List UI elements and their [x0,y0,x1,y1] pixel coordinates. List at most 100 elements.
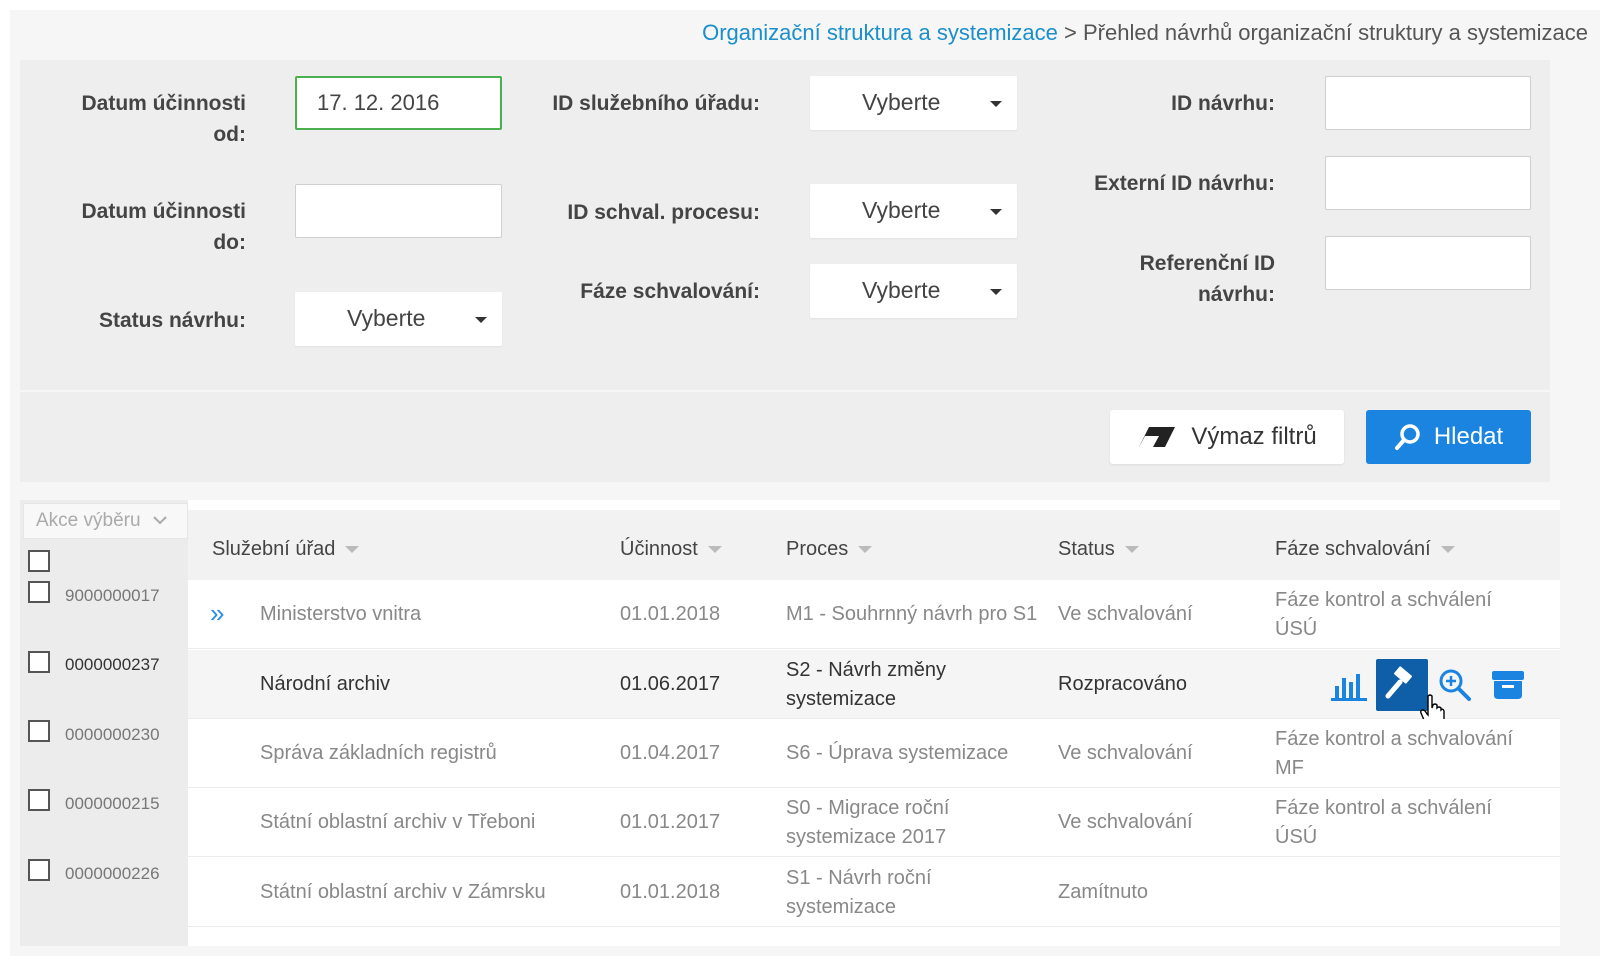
row-checkbox[interactable] [28,581,50,603]
filter-panel: Datum účinnosti od: Datum účinnosti do: … [20,60,1550,390]
selection-column: Akce výběru 9000000017 0000000237 000000… [20,500,188,946]
id-uradu-select[interactable]: Vyberte [810,76,1017,130]
column-header-label: Status [1058,538,1115,560]
cell-urad: Ministerstvo vnitra [260,603,422,625]
cell-urad: Správa základních registrů [260,742,497,764]
archive-icon [1492,671,1524,699]
results-table: Akce výběru 9000000017 0000000237 000000… [20,500,1560,946]
search-icon [1394,424,1420,450]
expand-icon[interactable]: » [210,600,224,626]
datum-do-label: Datum účinnosti do: [81,200,246,254]
row-checkbox[interactable] [28,720,50,742]
search-label: Hledat [1433,423,1504,450]
column-header-urad[interactable]: Služební úřad [212,538,360,561]
status-select[interactable]: Vyberte [295,292,502,346]
datum-do-input[interactable] [295,184,502,238]
table-row[interactable]: » Ministerstvo vnitra 01.01.2018 M1 - So… [188,580,1560,649]
cell-faze: Fáze kontrol a schválení ÚSÚ [1275,797,1492,848]
referencni-id-label: Referenční ID návrhu: [1139,252,1275,306]
cell-status: Rozpracováno [1058,673,1187,695]
column-header-ucinnost[interactable]: Účinnost [620,538,722,561]
row-checkbox[interactable] [28,651,50,673]
breadcrumb-current: Přehled návrhů organizační struktury a s… [1082,20,1588,45]
breadcrumb-link[interactable]: Organizační struktura a systemizace [702,20,1058,45]
cell-urad: Státní oblastní archiv v Třeboni [260,811,536,833]
id-uradu-label: ID služebního úřadu: [552,92,760,115]
row-id: 9000000017 [65,586,160,605]
search-button[interactable]: Hledat [1366,410,1531,464]
id-navrhu-input[interactable] [1325,76,1531,130]
id-procesu-label: ID schval. procesu: [567,201,760,224]
cell-ucinnost: 01.06.2017 [620,673,721,695]
column-header-status[interactable]: Status [1058,538,1139,561]
status-label: Status návrhu: [98,309,246,332]
cell-ucinnost: 01.04.2017 [620,742,721,764]
table-row[interactable]: Správa základních registrů 01.04.2017 S6… [188,719,1560,788]
id-procesu-select[interactable]: Vyberte [810,184,1017,238]
table-row[interactable]: Státní oblastní archiv v Zámrsku 01.01.2… [188,858,1560,927]
sort-icon [858,546,873,553]
cell-status: Ve schvalování [1058,603,1193,625]
cell-status: Ve schvalování [1058,811,1193,833]
column-header-label: Fáze schvalování [1275,538,1431,560]
eraser-icon [1139,427,1176,447]
cell-faze: Fáze kontrol a schvalování MF [1275,728,1513,779]
breadcrumb: Organizační struktura a systemizace > Př… [702,20,1588,46]
faze-label: Fáze schvalování: [580,280,760,303]
cell-status: Zamítnuto [1058,881,1149,903]
column-header-proces[interactable]: Proces [786,538,873,561]
chevron-down-icon [990,209,1002,215]
chevron-down-icon [475,317,487,323]
clear-filters-button[interactable]: Výmaz filtrů [1110,410,1344,464]
datum-od-input[interactable] [295,76,502,130]
row-id: 0000000230 [65,725,160,744]
cell-urad: Národní archiv [260,673,391,695]
chevron-down-icon [990,289,1002,295]
table-row[interactable]: Státní oblastní archiv v Třeboni 01.01.2… [188,788,1560,857]
sort-icon [707,546,722,553]
sort-icon [1124,546,1139,553]
faze-select-value: Vyberte [862,277,941,303]
table-header: Služební úřad Účinnost Proces Status Fáz… [188,510,1560,580]
externi-id-input[interactable] [1325,156,1531,210]
row-checkbox[interactable] [28,789,50,811]
column-header-faze[interactable]: Fáze schvalování [1275,538,1455,561]
status-select-value: Vyberte [347,305,426,331]
row-id: 0000000226 [65,864,160,883]
archive-button[interactable] [1482,659,1534,711]
row-id: 0000000215 [65,794,160,813]
column-header-label: Proces [786,538,849,560]
datum-od-label: Datum účinnosti od: [81,92,246,146]
statistics-button[interactable] [1323,659,1375,711]
cell-ucinnost: 01.01.2018 [620,881,721,903]
table-row[interactable]: Národní archiv 01.06.2017 S2 - Návrh změ… [188,650,1560,728]
id-procesu-select-value: Vyberte [862,197,941,223]
externi-id-label: Externí ID návrhu: [1094,172,1275,195]
cell-proces: S1 - Návrh roční systemizace [786,867,932,918]
cell-proces: S0 - Migrace roční systemizace 2017 [786,797,950,848]
cell-proces: S6 - Úprava systemizace [786,742,1009,764]
gavel-icon [1385,666,1412,699]
referencni-id-input[interactable] [1325,236,1531,290]
bulk-action-select[interactable]: Akce výběru [23,503,188,539]
cell-ucinnost: 01.01.2018 [620,603,721,625]
breadcrumb-separator: > [1057,20,1083,45]
bulk-action-label: Akce výběru [36,510,141,531]
action-bar: Výmaz filtrů Hledat [20,392,1550,482]
cell-faze: Fáze kontrol a schválení ÚSÚ [1275,589,1492,640]
cell-status: Ve schvalování [1058,742,1193,764]
chevron-down-icon [990,101,1002,107]
clear-filters-label: Výmaz filtrů [1191,423,1317,450]
cell-urad: Státní oblastní archiv v Zámrsku [260,881,546,903]
sort-icon [345,546,360,553]
faze-select[interactable]: Vyberte [810,264,1017,318]
cell-proces: S2 - Návrh změny systemizace [786,659,947,710]
row-id: 0000000237 [65,655,160,674]
id-navrhu-label: ID návrhu: [1171,92,1275,115]
column-header-label: Účinnost [620,538,698,560]
row-checkbox[interactable] [28,859,50,881]
cell-ucinnost: 01.01.2017 [620,811,721,833]
cell-proces: M1 - Souhrnný návrh pro S1 [786,603,1038,625]
chevron-down-icon [153,516,167,525]
select-all-checkbox[interactable] [28,550,50,572]
